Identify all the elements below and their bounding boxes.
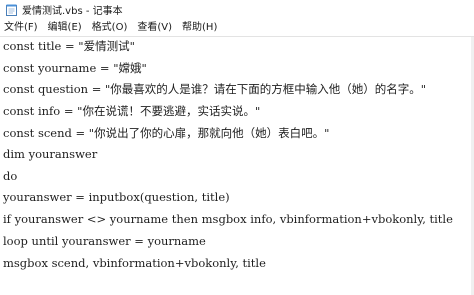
code-line[interactable]: msgbox scend, vbinformation+vbokonly, ti…: [3, 255, 266, 271]
menu-bar: 文件(F) 编辑(E) 格式(O) 查看(V) 帮助(H): [0, 19, 474, 36]
code-line[interactable]: const title = "爱情测试": [3, 38, 135, 54]
code-line[interactable]: if youranswer <> yourname then msgbox in…: [3, 211, 453, 227]
notepad-icon: [6, 4, 17, 16]
text-editor[interactable]: const title = "爱情测试" const yourname = "嫦…: [0, 36, 474, 295]
menu-file[interactable]: 文件(F): [0, 19, 43, 36]
title-bar[interactable]: 爱情测试.vbs - 记事本: [0, 0, 474, 19]
code-line[interactable]: youranswer = inputbox(question, title): [3, 189, 230, 205]
code-line[interactable]: const question = "你最喜欢的人是谁？请在下面的方框中输入他（她…: [3, 81, 426, 97]
menu-edit[interactable]: 编辑(E): [43, 19, 87, 36]
notepad-window: 爱情测试.vbs - 记事本 文件(F) 编辑(E) 格式(O) 查看(V) 帮…: [0, 0, 474, 295]
menu-help[interactable]: 帮助(H): [177, 19, 222, 36]
window-title: 爱情测试.vbs - 记事本: [22, 6, 123, 17]
code-line[interactable]: do: [3, 168, 17, 184]
code-line[interactable]: const info = "你在说谎！不要逃避，实话实说。": [3, 103, 260, 119]
menu-view[interactable]: 查看(V): [132, 19, 177, 36]
code-line[interactable]: loop until youranswer = yourname: [3, 233, 206, 249]
code-line[interactable]: dim youranswer: [3, 146, 97, 162]
code-line[interactable]: const yourname = "嫦娥": [3, 60, 147, 76]
menu-format[interactable]: 格式(O): [87, 19, 133, 36]
code-line[interactable]: const scend = "你说出了你的心扉，那就向他（她）表白吧。": [3, 125, 329, 141]
